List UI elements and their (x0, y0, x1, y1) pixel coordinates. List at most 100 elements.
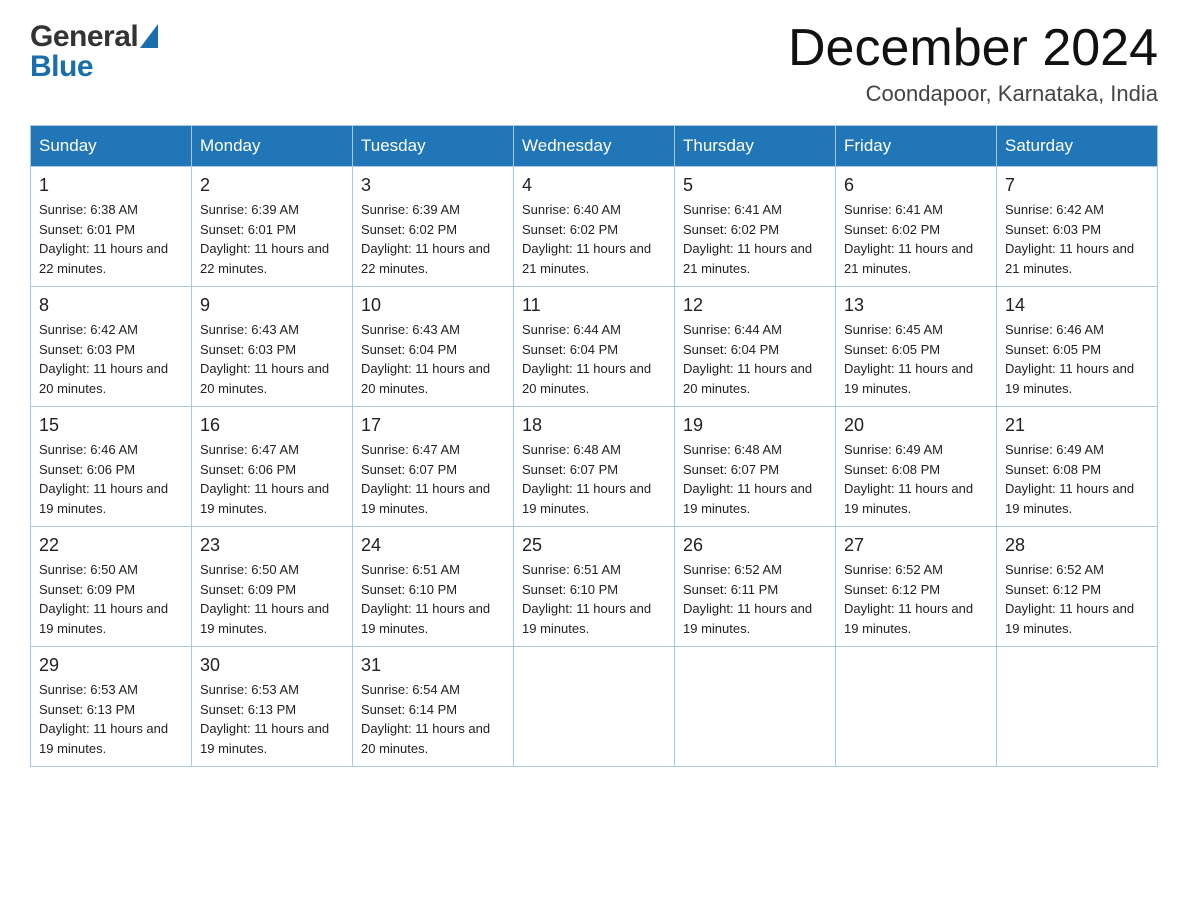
day-info: Sunrise: 6:48 AMSunset: 6:07 PMDaylight:… (522, 442, 651, 516)
day-number: 26 (683, 535, 827, 556)
col-monday: Monday (192, 126, 353, 167)
day-cell: 31 Sunrise: 6:54 AMSunset: 6:14 PMDaylig… (353, 647, 514, 767)
day-info: Sunrise: 6:53 AMSunset: 6:13 PMDaylight:… (39, 682, 168, 756)
title-area: December 2024 Coondapoor, Karnataka, Ind… (788, 20, 1158, 107)
month-title: December 2024 (788, 20, 1158, 77)
col-friday: Friday (836, 126, 997, 167)
day-cell: 4 Sunrise: 6:40 AMSunset: 6:02 PMDayligh… (514, 167, 675, 287)
day-cell: 15 Sunrise: 6:46 AMSunset: 6:06 PMDaylig… (31, 407, 192, 527)
day-cell: 17 Sunrise: 6:47 AMSunset: 6:07 PMDaylig… (353, 407, 514, 527)
day-number: 11 (522, 295, 666, 316)
day-number: 1 (39, 175, 183, 196)
day-number: 25 (522, 535, 666, 556)
day-info: Sunrise: 6:40 AMSunset: 6:02 PMDaylight:… (522, 202, 651, 276)
day-info: Sunrise: 6:38 AMSunset: 6:01 PMDaylight:… (39, 202, 168, 276)
header-row: Sunday Monday Tuesday Wednesday Thursday… (31, 126, 1158, 167)
day-cell: 12 Sunrise: 6:44 AMSunset: 6:04 PMDaylig… (675, 287, 836, 407)
day-info: Sunrise: 6:43 AMSunset: 6:03 PMDaylight:… (200, 322, 329, 396)
day-info: Sunrise: 6:49 AMSunset: 6:08 PMDaylight:… (844, 442, 973, 516)
day-info: Sunrise: 6:49 AMSunset: 6:08 PMDaylight:… (1005, 442, 1134, 516)
day-cell: 20 Sunrise: 6:49 AMSunset: 6:08 PMDaylig… (836, 407, 997, 527)
week-row-2: 8 Sunrise: 6:42 AMSunset: 6:03 PMDayligh… (31, 287, 1158, 407)
day-info: Sunrise: 6:54 AMSunset: 6:14 PMDaylight:… (361, 682, 490, 756)
week-row-3: 15 Sunrise: 6:46 AMSunset: 6:06 PMDaylig… (31, 407, 1158, 527)
day-cell: 25 Sunrise: 6:51 AMSunset: 6:10 PMDaylig… (514, 527, 675, 647)
day-number: 6 (844, 175, 988, 196)
day-info: Sunrise: 6:45 AMSunset: 6:05 PMDaylight:… (844, 322, 973, 396)
day-number: 22 (39, 535, 183, 556)
day-cell: 21 Sunrise: 6:49 AMSunset: 6:08 PMDaylig… (997, 407, 1158, 527)
day-number: 14 (1005, 295, 1149, 316)
day-cell: 29 Sunrise: 6:53 AMSunset: 6:13 PMDaylig… (31, 647, 192, 767)
day-number: 28 (1005, 535, 1149, 556)
col-sunday: Sunday (31, 126, 192, 167)
day-number: 7 (1005, 175, 1149, 196)
day-number: 31 (361, 655, 505, 676)
logo-blue-text: Blue (30, 50, 93, 84)
day-number: 30 (200, 655, 344, 676)
day-info: Sunrise: 6:47 AMSunset: 6:07 PMDaylight:… (361, 442, 490, 516)
day-cell: 8 Sunrise: 6:42 AMSunset: 6:03 PMDayligh… (31, 287, 192, 407)
day-number: 2 (200, 175, 344, 196)
location-text: Coondapoor, Karnataka, India (788, 81, 1158, 107)
calendar-table: Sunday Monday Tuesday Wednesday Thursday… (30, 125, 1158, 767)
day-info: Sunrise: 6:50 AMSunset: 6:09 PMDaylight:… (39, 562, 168, 636)
page-header: General Blue December 2024 Coondapoor, K… (30, 20, 1158, 107)
day-cell: 7 Sunrise: 6:42 AMSunset: 6:03 PMDayligh… (997, 167, 1158, 287)
day-number: 24 (361, 535, 505, 556)
day-number: 27 (844, 535, 988, 556)
day-info: Sunrise: 6:41 AMSunset: 6:02 PMDaylight:… (683, 202, 812, 276)
day-cell (997, 647, 1158, 767)
day-cell: 3 Sunrise: 6:39 AMSunset: 6:02 PMDayligh… (353, 167, 514, 287)
day-cell: 22 Sunrise: 6:50 AMSunset: 6:09 PMDaylig… (31, 527, 192, 647)
day-info: Sunrise: 6:44 AMSunset: 6:04 PMDaylight:… (522, 322, 651, 396)
col-tuesday: Tuesday (353, 126, 514, 167)
day-info: Sunrise: 6:42 AMSunset: 6:03 PMDaylight:… (39, 322, 168, 396)
day-info: Sunrise: 6:42 AMSunset: 6:03 PMDaylight:… (1005, 202, 1134, 276)
day-number: 18 (522, 415, 666, 436)
day-number: 9 (200, 295, 344, 316)
day-info: Sunrise: 6:46 AMSunset: 6:05 PMDaylight:… (1005, 322, 1134, 396)
day-info: Sunrise: 6:53 AMSunset: 6:13 PMDaylight:… (200, 682, 329, 756)
day-cell: 19 Sunrise: 6:48 AMSunset: 6:07 PMDaylig… (675, 407, 836, 527)
day-info: Sunrise: 6:43 AMSunset: 6:04 PMDaylight:… (361, 322, 490, 396)
day-info: Sunrise: 6:44 AMSunset: 6:04 PMDaylight:… (683, 322, 812, 396)
day-number: 13 (844, 295, 988, 316)
day-number: 23 (200, 535, 344, 556)
day-cell (514, 647, 675, 767)
day-cell: 23 Sunrise: 6:50 AMSunset: 6:09 PMDaylig… (192, 527, 353, 647)
logo-arrow-icon (140, 24, 158, 48)
week-row-1: 1 Sunrise: 6:38 AMSunset: 6:01 PMDayligh… (31, 167, 1158, 287)
day-info: Sunrise: 6:52 AMSunset: 6:11 PMDaylight:… (683, 562, 812, 636)
logo: General Blue (30, 20, 158, 84)
day-cell: 10 Sunrise: 6:43 AMSunset: 6:04 PMDaylig… (353, 287, 514, 407)
day-cell: 9 Sunrise: 6:43 AMSunset: 6:03 PMDayligh… (192, 287, 353, 407)
day-info: Sunrise: 6:39 AMSunset: 6:01 PMDaylight:… (200, 202, 329, 276)
day-cell: 27 Sunrise: 6:52 AMSunset: 6:12 PMDaylig… (836, 527, 997, 647)
day-info: Sunrise: 6:51 AMSunset: 6:10 PMDaylight:… (522, 562, 651, 636)
day-number: 21 (1005, 415, 1149, 436)
logo-general-text: General (30, 20, 138, 54)
col-thursday: Thursday (675, 126, 836, 167)
day-cell: 30 Sunrise: 6:53 AMSunset: 6:13 PMDaylig… (192, 647, 353, 767)
day-info: Sunrise: 6:52 AMSunset: 6:12 PMDaylight:… (844, 562, 973, 636)
col-wednesday: Wednesday (514, 126, 675, 167)
day-info: Sunrise: 6:51 AMSunset: 6:10 PMDaylight:… (361, 562, 490, 636)
day-info: Sunrise: 6:50 AMSunset: 6:09 PMDaylight:… (200, 562, 329, 636)
day-cell: 2 Sunrise: 6:39 AMSunset: 6:01 PMDayligh… (192, 167, 353, 287)
day-number: 20 (844, 415, 988, 436)
day-cell: 16 Sunrise: 6:47 AMSunset: 6:06 PMDaylig… (192, 407, 353, 527)
day-info: Sunrise: 6:41 AMSunset: 6:02 PMDaylight:… (844, 202, 973, 276)
day-cell: 13 Sunrise: 6:45 AMSunset: 6:05 PMDaylig… (836, 287, 997, 407)
day-cell: 24 Sunrise: 6:51 AMSunset: 6:10 PMDaylig… (353, 527, 514, 647)
day-info: Sunrise: 6:48 AMSunset: 6:07 PMDaylight:… (683, 442, 812, 516)
day-number: 29 (39, 655, 183, 676)
col-saturday: Saturday (997, 126, 1158, 167)
week-row-4: 22 Sunrise: 6:50 AMSunset: 6:09 PMDaylig… (31, 527, 1158, 647)
day-cell: 1 Sunrise: 6:38 AMSunset: 6:01 PMDayligh… (31, 167, 192, 287)
day-cell: 11 Sunrise: 6:44 AMSunset: 6:04 PMDaylig… (514, 287, 675, 407)
day-number: 3 (361, 175, 505, 196)
day-cell (836, 647, 997, 767)
day-number: 5 (683, 175, 827, 196)
day-info: Sunrise: 6:39 AMSunset: 6:02 PMDaylight:… (361, 202, 490, 276)
